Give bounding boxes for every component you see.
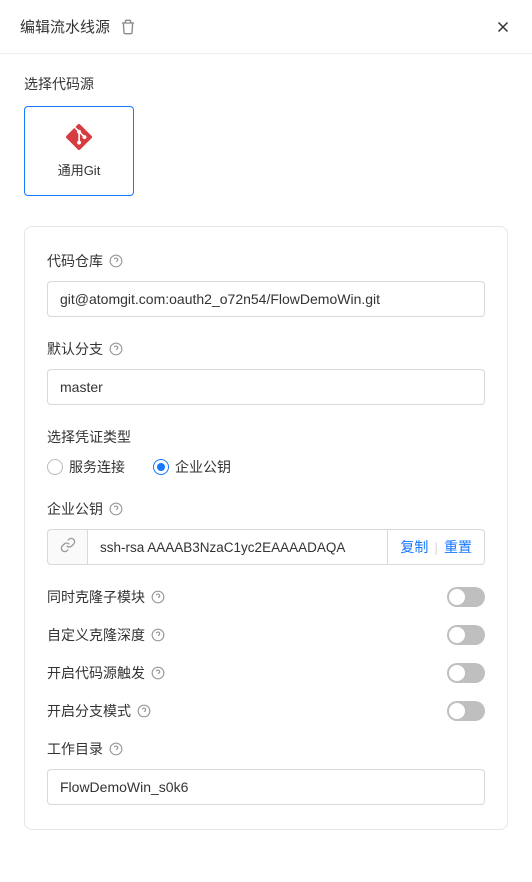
toggle-trigger-row: 开启代码源触发: [47, 663, 485, 683]
cred-label-text: 选择凭证类型: [47, 427, 131, 447]
pubkey-actions: 复制 | 重置: [387, 529, 485, 565]
pubkey-label: 企业公钥: [47, 499, 485, 519]
toggle-clonedepth-label: 自定义克隆深度: [47, 625, 165, 645]
toggle-branchmode-label: 开启分支模式: [47, 701, 151, 721]
cred-label: 选择凭证类型: [47, 427, 485, 447]
workdir-label-text: 工作目录: [47, 739, 103, 759]
reset-button[interactable]: 重置: [444, 537, 472, 557]
workdir-field: 工作目录: [47, 739, 485, 805]
radio-icon-selected: [153, 459, 169, 475]
repo-label-text: 代码仓库: [47, 251, 103, 271]
toggle-clonedepth[interactable]: [447, 625, 485, 645]
branch-field: 默认分支: [47, 339, 485, 405]
toggle-branchmode[interactable]: [447, 701, 485, 721]
repo-field: 代码仓库: [47, 251, 485, 317]
config-box: 代码仓库 默认分支 选择凭证类型: [24, 226, 508, 830]
copy-button[interactable]: 复制: [400, 537, 428, 557]
toggle-submodule[interactable]: [447, 587, 485, 607]
panel-title: 编辑流水线源: [20, 16, 110, 37]
toggle-trigger-text: 开启代码源触发: [47, 663, 145, 683]
source-type-card-git[interactable]: 通用Git: [24, 106, 134, 196]
toggle-submodule-row: 同时克隆子模块: [47, 587, 485, 607]
toggle-clonedepth-row: 自定义克隆深度: [47, 625, 485, 645]
separator: |: [434, 539, 438, 555]
close-icon[interactable]: [494, 18, 512, 36]
source-section-label: 选择代码源: [24, 74, 508, 94]
repo-input[interactable]: [47, 281, 485, 317]
radio-icon: [47, 459, 63, 475]
radio-enterprise-key[interactable]: 企业公钥: [153, 457, 231, 477]
trash-icon[interactable]: [120, 19, 136, 35]
link-icon: [60, 537, 76, 558]
help-icon[interactable]: [109, 254, 123, 268]
git-icon: [66, 124, 92, 150]
help-icon[interactable]: [109, 342, 123, 356]
help-icon[interactable]: [109, 502, 123, 516]
toggle-clonedepth-text: 自定义克隆深度: [47, 625, 145, 645]
panel-header: 编辑流水线源: [0, 0, 532, 54]
pubkey-label-text: 企业公钥: [47, 499, 103, 519]
cred-field: 选择凭证类型 服务连接 企业公钥: [47, 427, 485, 477]
workdir-input[interactable]: [47, 769, 485, 805]
edit-pipeline-source-panel: 编辑流水线源 选择代码源 通用Git: [0, 0, 532, 882]
toggle-submodule-label: 同时克隆子模块: [47, 587, 165, 607]
link-button[interactable]: [47, 529, 87, 565]
radio-service-connection[interactable]: 服务连接: [47, 457, 125, 477]
pubkey-input[interactable]: [87, 529, 387, 565]
radio-label-service: 服务连接: [69, 457, 125, 477]
radio-label-key: 企业公钥: [175, 457, 231, 477]
pubkey-field: 企业公钥 复制 | 重置: [47, 499, 485, 565]
toggle-submodule-text: 同时克隆子模块: [47, 587, 145, 607]
toggle-branchmode-text: 开启分支模式: [47, 701, 131, 721]
panel-content: 选择代码源 通用Git 代码仓库 默认分: [0, 54, 532, 850]
help-icon[interactable]: [137, 704, 151, 718]
pubkey-row: 复制 | 重置: [47, 529, 485, 565]
help-icon[interactable]: [109, 742, 123, 756]
toggle-trigger[interactable]: [447, 663, 485, 683]
toggle-branchmode-row: 开启分支模式: [47, 701, 485, 721]
help-icon[interactable]: [151, 590, 165, 604]
workdir-label: 工作目录: [47, 739, 485, 759]
repo-label: 代码仓库: [47, 251, 485, 271]
branch-label-text: 默认分支: [47, 339, 103, 359]
header-left: 编辑流水线源: [20, 16, 136, 37]
toggle-trigger-label: 开启代码源触发: [47, 663, 165, 683]
branch-label: 默认分支: [47, 339, 485, 359]
source-type-label: 通用Git: [58, 160, 101, 179]
branch-input[interactable]: [47, 369, 485, 405]
cred-radio-group: 服务连接 企业公钥: [47, 457, 485, 477]
help-icon[interactable]: [151, 628, 165, 642]
help-icon[interactable]: [151, 666, 165, 680]
